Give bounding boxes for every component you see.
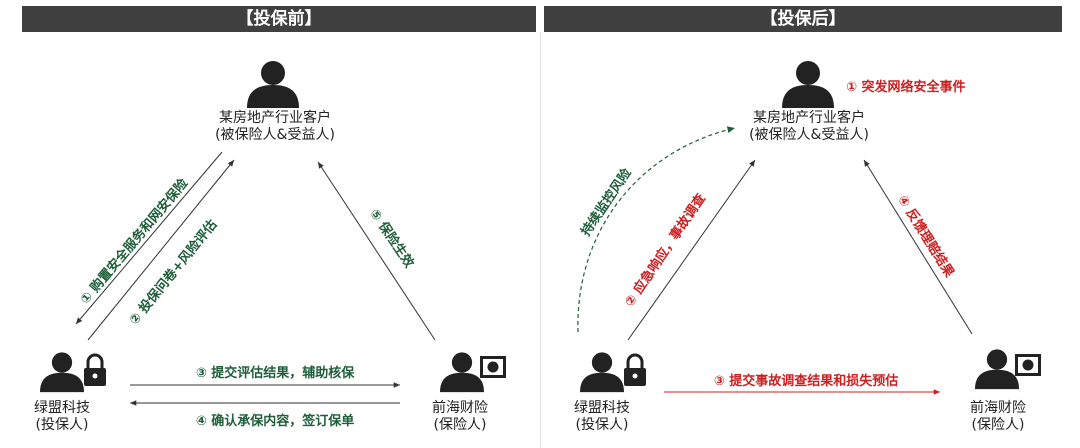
arrow-insurer-to-customer (317, 161, 436, 341)
insurer-person-icon (440, 352, 484, 393)
insurer-person-icon-right (975, 349, 1019, 390)
insurer-name-right: 前海财险 (970, 400, 1026, 416)
customer-name: 某房地产行业客户 (219, 110, 331, 126)
insurer-role-right: (保险人) (971, 417, 1025, 433)
step-4-label: ④ 确认承保内容，签订保单 (195, 414, 355, 429)
tech-label-right: 绿盟科技 (投保人) (560, 400, 644, 434)
tech-person-icon (40, 352, 84, 393)
customer-label-right: 某房地产行业客户 (被保险人&受益人) (730, 110, 888, 144)
insurer-name: 前海财险 (432, 400, 488, 416)
lock-icon (84, 353, 106, 386)
tech-name-right: 绿盟科技 (574, 400, 630, 416)
arrow-monitor-dashed (577, 126, 736, 333)
customer-label-left: 某房地产行业客户 (被保险人&受益人) (196, 110, 354, 144)
customer-person-icon-right (782, 61, 834, 108)
customer-role-right: (被保险人&受益人) (749, 127, 869, 143)
tech-role: (投保人) (35, 417, 89, 433)
step-3-label: ③ 提交评估结果，辅助核保 (195, 366, 355, 381)
step-3-label-right: ③ 提交事故调查结果和损失预估 (713, 374, 899, 389)
money-icon (480, 356, 506, 378)
money-icon-right (1015, 354, 1041, 376)
lock-icon-right (624, 353, 646, 386)
arrow-tech-to-customer (87, 159, 235, 341)
tech-name: 绿盟科技 (34, 400, 90, 416)
insurer-role: (保险人) (433, 417, 487, 433)
insurer-label-right: 前海财险 (保险人) (956, 400, 1040, 434)
customer-person-icon (247, 61, 299, 108)
tech-role-right: (投保人) (575, 417, 629, 433)
tech-label-left: 绿盟科技 (投保人) (20, 400, 104, 434)
arrow-insurer-to-customer-right (863, 159, 973, 335)
arrow-tech-to-customer-right (627, 159, 756, 341)
event-label: ① 突发网络安全事件 (846, 80, 966, 95)
customer-role: (被保险人&受益人) (215, 127, 335, 143)
insurer-label-left: 前海财险 (保险人) (418, 400, 502, 434)
customer-name-right: 某房地产行业客户 (753, 110, 865, 126)
tech-person-icon-right (580, 352, 624, 393)
